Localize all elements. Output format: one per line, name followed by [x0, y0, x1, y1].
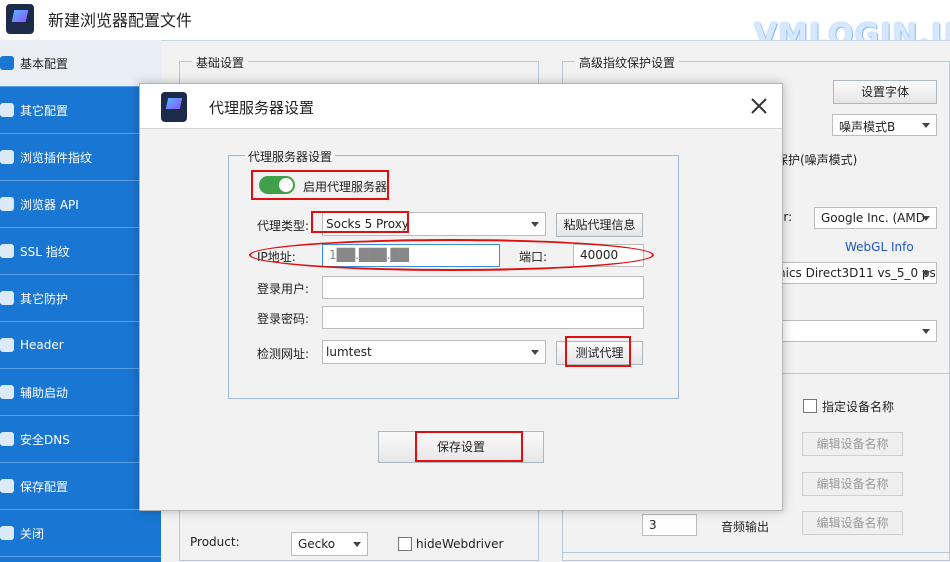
sidebar-item-label: 关闭 — [20, 526, 45, 541]
edit-device-name-button-1[interactable]: 编辑设备名称 — [802, 432, 903, 456]
highlight-save-settings — [415, 431, 523, 462]
sidebar-item-label: 保存配置 — [20, 479, 69, 494]
check-url-value: lumtest — [326, 345, 372, 359]
dialog-title: 代理服务器设置 — [209, 99, 315, 117]
sidebar-item-label: 安全DNS — [20, 432, 70, 447]
product-select[interactable]: Gecko — [291, 532, 368, 556]
product-value: Gecko — [298, 537, 336, 551]
dns-icon — [0, 432, 14, 446]
app-logo-icon — [6, 4, 34, 34]
settings-icon — [0, 103, 14, 117]
check-url-label: 检测网址: — [257, 347, 310, 361]
proxy-type-label: 代理类型: — [257, 219, 310, 233]
chevron-down-icon — [531, 350, 539, 355]
chevron-down-icon — [922, 123, 930, 128]
sidebar-item-label: 其它配置 — [20, 103, 69, 118]
chevron-down-icon — [922, 329, 930, 334]
proxy-fieldset: 代理服务器设置 启用代理服务器 代理类型: Socks 5 Proxy 粘贴代理… — [228, 148, 679, 399]
sidebar-item-basic[interactable]: 基本配置 — [0, 40, 161, 87]
sidebar-item-other-config[interactable]: 其它配置 — [0, 87, 161, 134]
noise-mode-value: 噪声模式B — [839, 120, 896, 134]
shield-icon — [0, 291, 14, 305]
window-title: 新建浏览器配置文件 — [48, 11, 193, 30]
login-password-label: 登录密码: — [257, 312, 310, 326]
webgl-vendor-value: Google Inc. (AMD — [821, 211, 925, 225]
sidebar-item-launch[interactable]: 辅助启动 — [0, 369, 161, 416]
home-icon — [0, 56, 14, 70]
hide-webdriver-label: hideWebdriver — [416, 537, 504, 551]
chevron-down-icon — [531, 222, 539, 227]
sidebar-item-browser-api[interactable]: 浏览器 API — [0, 181, 161, 228]
proxy-settings-dialog: 代理服务器设置 代理服务器设置 启用代理服务器 代理类型: Socks 5 Pr… — [139, 83, 783, 511]
dialog-body: 代理服务器设置 启用代理服务器 代理类型: Socks 5 Proxy 粘贴代理… — [140, 128, 782, 510]
webgl-renderer-select[interactable]: hics Direct3D11 vs_5_0 ps — [771, 262, 937, 284]
sidebar-item-plugin-fingerprint[interactable]: 浏览插件指纹 — [0, 134, 161, 181]
highlight-proxy-type — [311, 211, 409, 233]
webgl-renderer-value: hics Direct3D11 vs_5_0 ps — [778, 266, 936, 280]
noise-protect-text: 保护(噪声模式) — [776, 153, 858, 167]
login-password-input[interactable] — [322, 306, 644, 329]
paste-proxy-button[interactable]: 粘贴代理信息 — [556, 213, 643, 237]
sidebar-item-label: Header — [20, 338, 64, 352]
chevron-down-icon — [922, 216, 930, 221]
check-url-select[interactable]: lumtest — [322, 340, 546, 364]
save-icon — [0, 479, 14, 493]
webgl-vendor-select[interactable]: Google Inc. (AMD — [814, 207, 937, 229]
sidebar-item-other-protect[interactable]: 其它防护 — [0, 275, 161, 322]
lock-icon — [0, 244, 14, 258]
edit-device-name-button-3[interactable]: 编辑设备名称 — [802, 511, 903, 535]
sidebar-item-label: 浏览插件指纹 — [20, 150, 93, 165]
audio-stepper[interactable]: 3 — [642, 514, 697, 536]
sidebar-item-header[interactable]: Header — [0, 322, 161, 369]
api-icon — [0, 197, 14, 211]
audio-stepper-value: 3 — [649, 518, 657, 532]
product-label: Product: — [190, 535, 240, 549]
device-name-checkbox-label: 指定设备名称 — [822, 400, 895, 414]
sidebar-item-label: 浏览器 API — [20, 197, 79, 212]
launch-icon — [0, 385, 14, 399]
proxy-fieldset-legend: 代理服务器设置 — [245, 148, 336, 165]
highlight-ip-port — [249, 239, 654, 271]
sidebar: 基本配置 其它配置 浏览插件指纹 浏览器 API SSL 指纹 其它防护 Hea… — [0, 40, 161, 562]
sidebar-item-label: 基本配置 — [20, 56, 69, 71]
login-user-label: 登录用户: — [257, 282, 310, 296]
sidebar-item-ssl[interactable]: SSL 指纹 — [0, 228, 161, 275]
dialog-logo-icon — [161, 92, 187, 122]
webgl-info-link[interactable]: WebGL Info — [845, 240, 914, 254]
sidebar-item-dns[interactable]: 安全DNS — [0, 416, 161, 463]
sidebar-item-label: 辅助启动 — [20, 385, 69, 400]
login-user-input[interactable] — [322, 276, 644, 299]
sidebar-item-label: SSL 指纹 — [20, 244, 70, 259]
edit-device-name-button-2[interactable]: 编辑设备名称 — [802, 472, 903, 496]
audio-output-label: 音频输出 — [721, 520, 770, 534]
font-settings-button[interactable]: 设置字体 — [833, 80, 937, 104]
noise-mode-select[interactable]: 噪声模式B — [832, 114, 937, 136]
advanced-settings-title: 高级指纹保护设置 — [575, 54, 680, 71]
chevron-down-icon — [353, 542, 361, 547]
basic-settings-title: 基础设置 — [192, 54, 249, 71]
extra-select[interactable] — [771, 320, 937, 342]
close-icon[interactable] — [747, 94, 771, 118]
highlight-test-proxy — [565, 336, 631, 367]
title-bar: 新建浏览器配置文件 VMLOGIN.US — [0, 0, 950, 53]
sidebar-item-close[interactable]: 关闭 — [0, 510, 161, 557]
close-icon — [0, 526, 14, 540]
hide-webdriver-checkbox[interactable] — [398, 537, 412, 551]
device-name-checkbox[interactable] — [803, 399, 817, 413]
header-icon — [0, 338, 14, 352]
sidebar-item-label: 其它防护 — [20, 291, 69, 306]
sidebar-item-save[interactable]: 保存配置 — [0, 463, 161, 510]
chevron-down-icon — [922, 271, 930, 276]
plugin-icon — [0, 150, 14, 164]
highlight-enable-proxy — [251, 170, 389, 200]
